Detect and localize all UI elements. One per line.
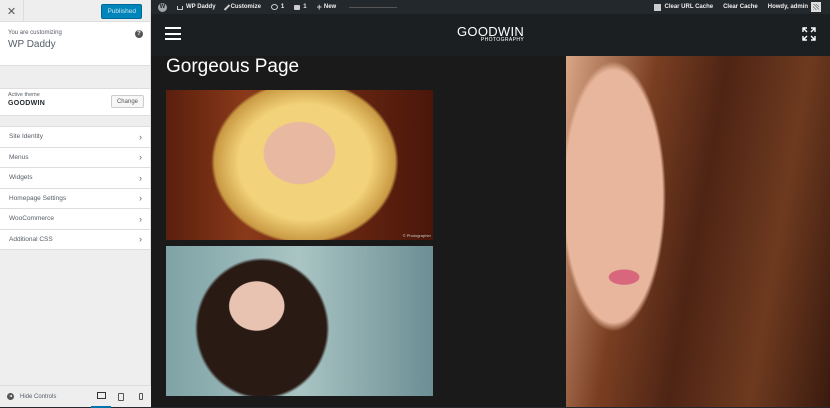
- admin-bar-new[interactable]: + New: [312, 0, 342, 14]
- customizer-footer: Hide Controls: [0, 385, 151, 407]
- admin-bar-site-name[interactable]: WP Daddy: [172, 0, 221, 14]
- photo-brunette-woman[interactable]: [166, 246, 433, 396]
- hamburger-menu-icon[interactable]: [165, 27, 181, 40]
- desktop-icon: [97, 392, 106, 399]
- hide-controls-button[interactable]: Hide Controls: [0, 393, 91, 400]
- site-logo[interactable]: GOODWIN PHOTOGRAPHY: [457, 24, 524, 43]
- chevron-right-icon: ›: [139, 132, 142, 142]
- cache-icon: [654, 4, 661, 11]
- chevron-right-icon: ›: [139, 173, 142, 183]
- avatar: [811, 2, 821, 12]
- admin-bar-secondary: Clear URL Cache Clear Cache Howdy, admin: [649, 0, 830, 14]
- home-icon: [177, 6, 183, 10]
- chevron-right-icon: ›: [139, 234, 142, 244]
- admin-bar-updates[interactable]: 1: [266, 0, 289, 14]
- clear-cache-button[interactable]: Clear Cache: [718, 0, 763, 14]
- new-label: New: [324, 4, 336, 10]
- paintbrush-icon: [223, 4, 229, 10]
- section-widgets[interactable]: Widgets ›: [0, 168, 150, 189]
- section-label: Site Identity: [9, 133, 43, 140]
- my-account-menu[interactable]: Howdy, admin: [763, 0, 830, 14]
- section-label: Widgets: [9, 174, 32, 181]
- customizer-sections: Site Identity › Menus › Widgets › Homepa…: [0, 126, 150, 250]
- collapse-arrow-icon: [7, 393, 14, 400]
- tablet-icon: [118, 393, 124, 401]
- updates-icon: [271, 4, 278, 10]
- preview-desktop-button[interactable]: [91, 386, 111, 408]
- site-name-label: WP Daddy: [186, 4, 216, 10]
- site-header: GOODWIN PHOTOGRAPHY: [151, 14, 830, 56]
- page-title: Gorgeous Page: [166, 56, 299, 78]
- clear-url-cache-label: Clear URL Cache: [665, 4, 714, 10]
- customizing-info: You are customizing WP Daddy ?: [0, 22, 150, 66]
- help-icon[interactable]: ?: [135, 30, 143, 38]
- wordpress-logo-icon: W: [158, 3, 167, 12]
- publish-button[interactable]: Published: [101, 4, 142, 19]
- photo-blonde-woman[interactable]: © Photographer: [166, 90, 433, 240]
- chevron-right-icon: ›: [139, 152, 142, 162]
- customizer-sidebar: ✕ Published You are customizing WP Daddy…: [0, 0, 151, 407]
- customizing-site-name: WP Daddy: [8, 39, 150, 50]
- admin-bar-comments[interactable]: 1: [289, 0, 311, 14]
- section-menus[interactable]: Menus ›: [0, 148, 150, 169]
- active-theme-box: Active theme GOODWIN Change: [0, 88, 150, 116]
- section-label: Homepage Settings: [9, 195, 66, 202]
- section-site-identity[interactable]: Site Identity ›: [0, 127, 150, 148]
- section-homepage-settings[interactable]: Homepage Settings ›: [0, 189, 150, 210]
- updates-count: 1: [281, 4, 284, 10]
- section-label: Additional CSS: [9, 236, 53, 243]
- photo-hero-portrait[interactable]: [566, 56, 830, 407]
- hide-controls-label: Hide Controls: [20, 394, 56, 400]
- section-label: Menus: [9, 154, 29, 161]
- clear-url-cache-button[interactable]: Clear URL Cache: [649, 0, 719, 14]
- section-additional-css[interactable]: Additional CSS ›: [0, 230, 150, 251]
- section-label: WooCommerce: [9, 215, 54, 222]
- admin-bar-customize[interactable]: Customize: [221, 0, 266, 14]
- preview-tablet-button[interactable]: [111, 386, 131, 408]
- admin-bar-search-field[interactable]: [349, 7, 397, 8]
- customize-label: Customize: [231, 4, 261, 10]
- plus-icon: +: [317, 3, 322, 12]
- wp-admin-bar: W WP Daddy Customize 1 1 + New Clear URL…: [151, 0, 830, 14]
- mobile-icon: [139, 393, 143, 400]
- change-theme-button[interactable]: Change: [111, 95, 144, 108]
- comments-count: 1: [303, 4, 306, 10]
- site-preview: GOODWIN PHOTOGRAPHY Gorgeous Page © Phot…: [151, 14, 830, 407]
- wp-logo-menu[interactable]: W: [151, 0, 172, 14]
- customizer-header: ✕ Published: [0, 0, 150, 22]
- chevron-right-icon: ›: [139, 193, 142, 203]
- section-woocommerce[interactable]: WooCommerce ›: [0, 209, 150, 230]
- photo-caption: © Photographer: [403, 233, 431, 238]
- comment-icon: [294, 5, 300, 10]
- howdy-label: Howdy, admin: [768, 4, 808, 10]
- fullscreen-icon[interactable]: [802, 27, 816, 41]
- preview-mobile-button[interactable]: [131, 386, 151, 408]
- chevron-right-icon: ›: [139, 214, 142, 224]
- customizing-label: You are customizing: [8, 30, 150, 36]
- close-icon[interactable]: ✕: [0, 0, 24, 22]
- clear-cache-label: Clear Cache: [723, 4, 758, 10]
